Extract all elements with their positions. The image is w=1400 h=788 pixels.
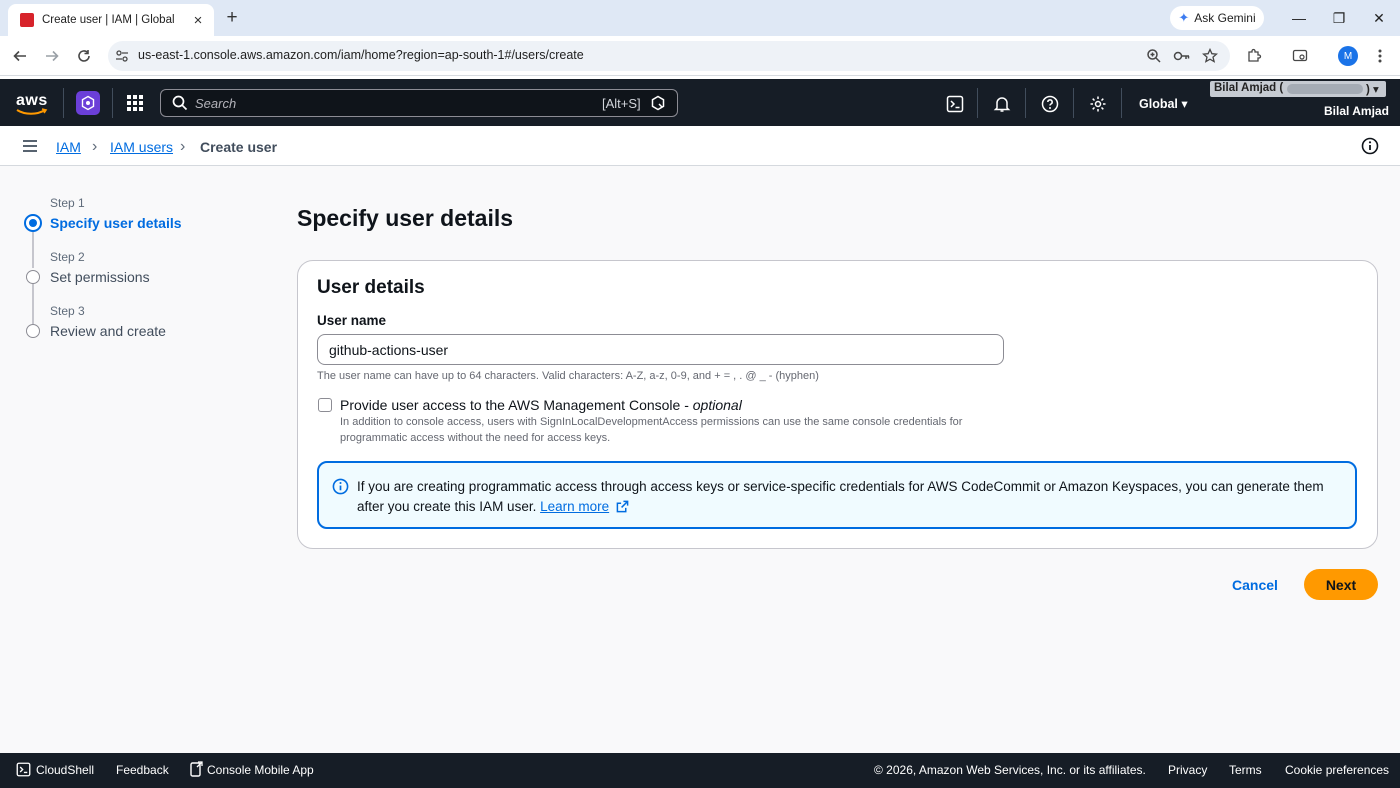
- header-divider: [1025, 88, 1026, 118]
- step-1-indicator: [24, 214, 42, 232]
- aws-favicon-icon: [20, 13, 34, 27]
- account-menu-caret[interactable]: ) ▾: [1366, 82, 1379, 96]
- window-close-button[interactable]: ✕: [1360, 6, 1398, 30]
- copyright-text: © 2026, Amazon Web Services, Inc. or its…: [874, 763, 1146, 777]
- terms-link[interactable]: Terms: [1229, 763, 1262, 777]
- search-icon: [172, 95, 188, 111]
- console-mobile-app-link[interactable]: Console Mobile App: [207, 763, 314, 777]
- browser-tab[interactable]: Create user | IAM | Global ×: [8, 4, 214, 36]
- hamburger-menu-icon[interactable]: [22, 139, 38, 153]
- alert-message: If you are creating programmatic access …: [357, 477, 1337, 517]
- card-title: User details: [317, 277, 425, 298]
- username-hint: The user name can have up to 64 characte…: [317, 370, 819, 382]
- step-1-label: Step 1: [50, 196, 85, 210]
- page-title: Specify user details: [297, 205, 514, 231]
- window-restore-button[interactable]: ❐: [1320, 6, 1358, 30]
- step-connector: [32, 232, 34, 268]
- account-name: Bilal Amjad (: [1214, 82, 1284, 94]
- external-link-icon[interactable]: [616, 500, 629, 513]
- aws-search-input[interactable]: [160, 89, 678, 117]
- address-url[interactable]: us-east-1.console.aws.amazon.com/iam/hom…: [138, 48, 584, 62]
- header-divider: [63, 88, 64, 118]
- header-divider: [1073, 88, 1074, 118]
- account-id-redacted: [1287, 84, 1363, 94]
- forward-arrow-icon[interactable]: [40, 44, 64, 68]
- password-key-icon[interactable]: [1172, 46, 1192, 66]
- step-2-label: Step 2: [50, 250, 85, 264]
- search-shortcut-hint: [Alt+S]: [602, 96, 641, 111]
- step-connector: [32, 284, 34, 324]
- step-3-label: Step 3: [50, 304, 85, 318]
- breadcrumb-separator: ›: [180, 138, 186, 155]
- info-circle-icon: [332, 478, 349, 495]
- step-3-title: Review and create: [50, 323, 166, 339]
- cookie-preferences-link[interactable]: Cookie preferences: [1285, 763, 1389, 777]
- breadcrumb-current: Create user: [200, 139, 278, 155]
- mobile-app-icon[interactable]: [190, 761, 203, 777]
- next-button[interactable]: Next: [1304, 569, 1378, 600]
- console-access-text: Provide user access to the AWS Managemen…: [340, 397, 693, 413]
- username-input[interactable]: [317, 334, 1004, 365]
- step-3-indicator: [26, 324, 40, 338]
- region-label: Global: [1139, 97, 1178, 111]
- username-label: User name: [317, 313, 387, 328]
- new-tab-button[interactable]: +: [222, 7, 242, 29]
- account-user-menu[interactable]: Bilal Amjad: [1324, 104, 1389, 118]
- step-2-title: Set permissions: [50, 269, 150, 285]
- console-access-checkbox[interactable]: [318, 398, 332, 412]
- back-arrow-icon[interactable]: [8, 44, 32, 68]
- header-divider: [1121, 88, 1122, 118]
- header-divider: [977, 88, 978, 118]
- alert-body: If you are creating programmatic access …: [357, 479, 1324, 514]
- settings-gear-icon[interactable]: [1087, 93, 1109, 115]
- step-1-title[interactable]: Specify user details: [50, 215, 182, 231]
- zoom-icon[interactable]: [1144, 46, 1164, 66]
- cloudshell-link[interactable]: CloudShell: [36, 763, 94, 777]
- reload-icon[interactable]: [72, 44, 96, 68]
- browser-profile-avatar[interactable]: M: [1338, 46, 1358, 66]
- ask-gemini-label: Ask Gemini: [1194, 11, 1256, 25]
- feedback-link[interactable]: Feedback: [116, 763, 169, 777]
- gemini-sparkle-icon: ✦: [1178, 10, 1190, 25]
- tab-search-icon[interactable]: [1290, 46, 1310, 66]
- breadcrumb-separator: ›: [92, 138, 98, 155]
- cancel-button[interactable]: Cancel: [1222, 570, 1288, 600]
- tab-title: Create user | IAM | Global: [42, 14, 175, 26]
- amazon-q-icon[interactable]: [650, 95, 666, 111]
- bookmark-star-icon[interactable]: [1200, 46, 1220, 66]
- optional-tag: optional: [692, 397, 742, 413]
- tab-close-icon[interactable]: ×: [190, 12, 206, 29]
- services-grid-icon[interactable]: [126, 94, 144, 112]
- window-minimize-button[interactable]: —: [1280, 6, 1318, 30]
- site-settings-icon[interactable]: [112, 46, 132, 66]
- console-access-label[interactable]: Provide user access to the AWS Managemen…: [340, 397, 742, 413]
- help-icon[interactable]: [1039, 93, 1061, 115]
- privacy-link[interactable]: Privacy: [1168, 763, 1207, 777]
- aws-smile-icon: [16, 108, 48, 115]
- search-placeholder: Search: [195, 96, 237, 111]
- breadcrumb-iam-users[interactable]: IAM users: [110, 139, 173, 155]
- ask-gemini-button[interactable]: ✦ Ask Gemini: [1170, 6, 1264, 30]
- unified-settings-icon[interactable]: [76, 91, 100, 115]
- header-divider: [112, 88, 113, 118]
- notifications-bell-icon[interactable]: [991, 93, 1013, 115]
- learn-more-link[interactable]: Learn more: [540, 499, 609, 514]
- cloudshell-icon[interactable]: [944, 93, 966, 115]
- extensions-puzzle-icon[interactable]: [1244, 46, 1264, 66]
- caret-down-icon: ▾: [1181, 97, 1188, 111]
- step-2-indicator: [26, 270, 40, 284]
- info-panel-icon[interactable]: [1361, 137, 1379, 155]
- cloudshell-footer-icon[interactable]: [16, 762, 31, 777]
- region-selector[interactable]: Global ▾: [1139, 96, 1188, 111]
- breadcrumb-iam[interactable]: IAM: [56, 139, 81, 155]
- browser-menu-icon[interactable]: [1370, 46, 1390, 66]
- console-access-description: In addition to console access, users wit…: [340, 416, 963, 444]
